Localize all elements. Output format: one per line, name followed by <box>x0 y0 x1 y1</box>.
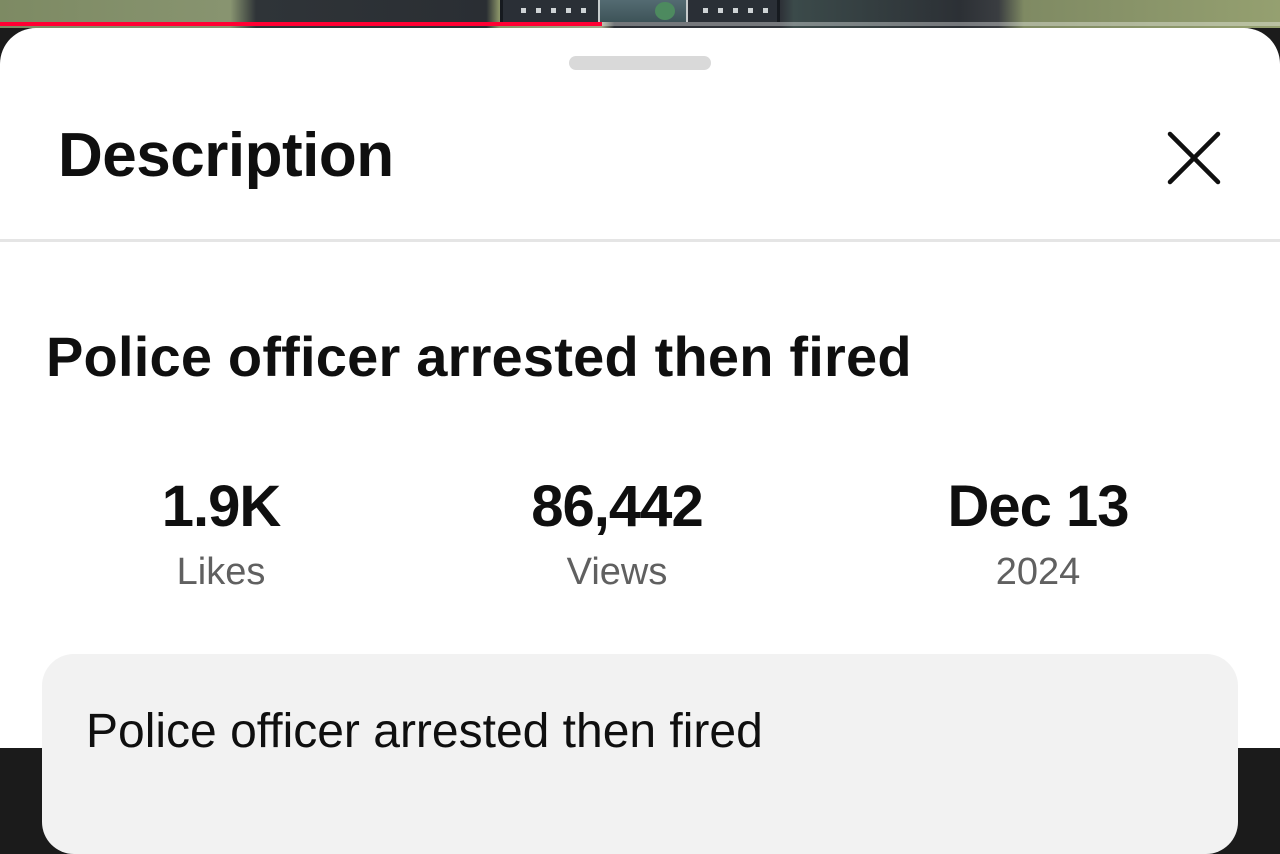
description-body[interactable]: Police officer arrested then fired <box>42 654 1238 854</box>
video-title: Police officer arrested then fired <box>46 325 912 388</box>
header-divider <box>0 239 1280 242</box>
stat-upload-date: Dec 13 2024 <box>888 472 1188 602</box>
views-count: 86,442 <box>531 474 703 539</box>
stat-views: 86,442 Views <box>467 472 767 602</box>
emblem-graphic <box>655 2 675 20</box>
panel-lights <box>521 8 586 14</box>
upload-year: 2024 <box>995 551 1081 593</box>
video-player-thumbnail[interactable] <box>0 0 1280 28</box>
close-button[interactable] <box>1160 124 1228 192</box>
sheet-title: Description <box>58 121 394 190</box>
video-progress-bar[interactable] <box>0 22 1280 26</box>
views-label: Views <box>566 551 668 593</box>
description-sheet: Description Police officer arrested then… <box>0 28 1280 854</box>
video-frame-badge <box>598 0 688 22</box>
sheet-drag-handle[interactable] <box>569 56 711 70</box>
video-progress-fill <box>0 22 602 26</box>
upload-date: Dec 13 <box>947 474 1129 539</box>
likes-count: 1.9K <box>161 474 282 539</box>
panel-lights <box>703 8 768 14</box>
description-text: Police officer arrested then fired <box>86 705 763 758</box>
likes-label: Likes <box>176 551 266 593</box>
close-icon <box>1167 131 1221 185</box>
stat-likes: 1.9K Likes <box>121 472 321 602</box>
